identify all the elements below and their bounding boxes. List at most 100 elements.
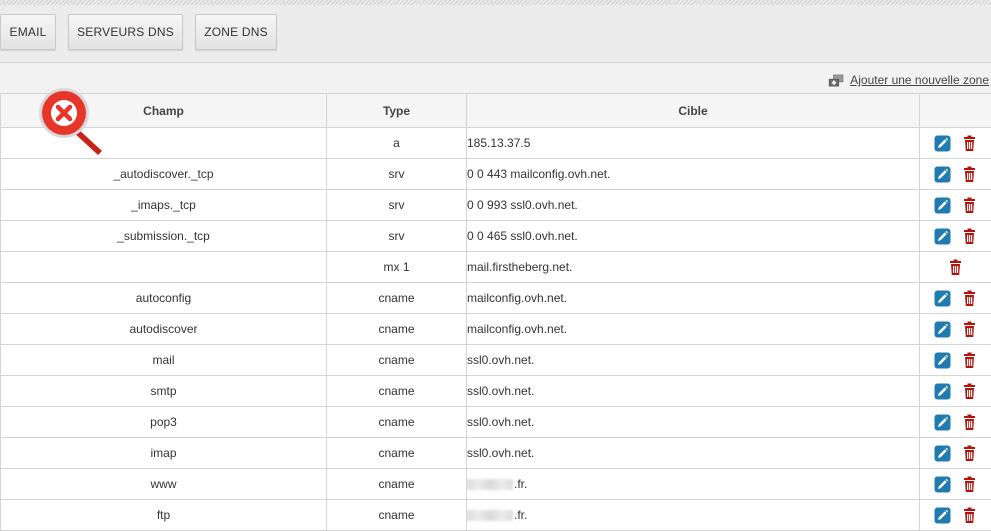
cell-cible: ssl0.ovh.net.: [467, 376, 920, 407]
trash-icon[interactable]: [961, 228, 978, 245]
cell-actions: [920, 345, 991, 376]
pencil-icon[interactable]: [934, 445, 951, 462]
row-actions: [920, 166, 991, 183]
cell-actions: [920, 252, 991, 283]
cell-champ: smtp: [1, 376, 327, 407]
pencil-icon[interactable]: [934, 414, 951, 431]
cell-type: cname: [327, 376, 467, 407]
cell-cible-text: mail.firstheberg.net.: [467, 260, 572, 274]
tab-email[interactable]: EMAIL: [0, 14, 56, 50]
trash-icon[interactable]: [961, 135, 978, 152]
cell-cible-text: mailconfig.ovh.net.: [467, 322, 567, 336]
add-zone-link[interactable]: Ajouter une nouvelle zone: [828, 72, 989, 88]
trash-icon[interactable]: [961, 166, 978, 183]
cell-cible-text: ssl0.ovh.net.: [467, 384, 534, 398]
tab-zone-dns[interactable]: ZONE DNS: [195, 14, 277, 50]
cell-actions: [920, 128, 991, 159]
table-row: _submission._tcpsrv0 0 465 ssl0.ovh.net.: [1, 221, 991, 252]
pencil-icon[interactable]: [934, 383, 951, 400]
row-actions: [920, 321, 991, 338]
trash-icon[interactable]: [961, 197, 978, 214]
cell-actions: [920, 469, 991, 500]
cell-actions: [920, 314, 991, 345]
cell-actions: [920, 376, 991, 407]
cell-actions: [920, 407, 991, 438]
trash-icon[interactable]: [961, 476, 978, 493]
cell-type: cname: [327, 469, 467, 500]
trash-icon[interactable]: [961, 321, 978, 338]
table-row: smtpcnamessl0.ovh.net.: [1, 376, 991, 407]
cell-champ: ftp: [1, 500, 327, 531]
add-zone-label[interactable]: Ajouter une nouvelle zone: [850, 73, 989, 87]
cell-type: cname: [327, 314, 467, 345]
cell-cible-text: 185.13.37.5: [467, 136, 530, 150]
pencil-icon[interactable]: [934, 135, 951, 152]
action-bar: Ajouter une nouvelle zone: [0, 63, 991, 94]
cell-cible-text: ssl0.ovh.net.: [467, 415, 534, 429]
trash-icon[interactable]: [961, 352, 978, 369]
cell-cible-text: 0 0 443 mailconfig.ovh.net.: [467, 167, 610, 181]
trash-icon[interactable]: [961, 290, 978, 307]
toolbar: EMAIL SERVEURS DNS ZONE DNS: [0, 5, 991, 63]
cell-actions: [920, 190, 991, 221]
table-row: pop3cnamessl0.ovh.net.: [1, 407, 991, 438]
header-type[interactable]: Type: [327, 94, 467, 128]
cell-actions: [920, 159, 991, 190]
cell-cible-text: 0 0 993 ssl0.ovh.net.: [467, 198, 578, 212]
cell-champ: _imaps._tcp: [1, 190, 327, 221]
cell-actions: [920, 283, 991, 314]
pencil-icon[interactable]: [934, 197, 951, 214]
trash-icon[interactable]: [947, 259, 964, 276]
pencil-icon[interactable]: [934, 290, 951, 307]
trash-icon[interactable]: [961, 507, 978, 524]
cell-cible-text: ssl0.ovh.net.: [467, 353, 534, 367]
cell-type: srv: [327, 190, 467, 221]
tab-serveurs-dns[interactable]: SERVEURS DNS: [68, 14, 183, 50]
cell-cible: mailconfig.ovh.net.: [467, 314, 920, 345]
header-cible[interactable]: Cible: [467, 94, 920, 128]
cell-type: srv: [327, 159, 467, 190]
cell-actions: [920, 500, 991, 531]
table-row: _imaps._tcpsrv0 0 993 ssl0.ovh.net.: [1, 190, 991, 221]
table-row: _autodiscover._tcpsrv0 0 443 mailconfig.…: [1, 159, 991, 190]
cell-cible: mailconfig.ovh.net.: [467, 283, 920, 314]
cell-cible: 0 0 443 mailconfig.ovh.net.: [467, 159, 920, 190]
trash-icon[interactable]: [961, 445, 978, 462]
cell-type: mx 1: [327, 252, 467, 283]
row-actions: [920, 228, 991, 245]
table-row: mx 1mail.firstheberg.net.: [1, 252, 991, 283]
trash-icon[interactable]: [961, 414, 978, 431]
pencil-icon[interactable]: [934, 166, 951, 183]
cell-type: cname: [327, 500, 467, 531]
table-row: wwwcname.fr.: [1, 469, 991, 500]
cell-cible: ssl0.ovh.net.: [467, 345, 920, 376]
header-actions: [920, 94, 991, 128]
pencil-icon[interactable]: [934, 476, 951, 493]
cell-champ: www: [1, 469, 327, 500]
pencil-icon[interactable]: [934, 507, 951, 524]
cell-cible: 0 0 993 ssl0.ovh.net.: [467, 190, 920, 221]
pencil-icon[interactable]: [934, 352, 951, 369]
cell-cible: ssl0.ovh.net.: [467, 407, 920, 438]
cell-type: a: [327, 128, 467, 159]
cell-cible-text: .fr.: [514, 508, 527, 522]
table-row: autodiscovercnamemailconfig.ovh.net.: [1, 314, 991, 345]
table-row: a185.13.37.5: [1, 128, 991, 159]
cell-cible: 185.13.37.5: [467, 128, 920, 159]
cell-champ: _autodiscover._tcp: [1, 159, 327, 190]
row-actions: [920, 259, 991, 276]
cell-cible: ssl0.ovh.net.: [467, 438, 920, 469]
cell-cible: mail.firstheberg.net.: [467, 252, 920, 283]
cell-cible: 0 0 465 ssl0.ovh.net.: [467, 221, 920, 252]
pencil-icon[interactable]: [934, 321, 951, 338]
cell-cible-text: mailconfig.ovh.net.: [467, 291, 567, 305]
trash-icon[interactable]: [961, 383, 978, 400]
cell-type: cname: [327, 438, 467, 469]
row-actions: [920, 507, 991, 524]
cell-champ: mail: [1, 345, 327, 376]
cell-cible-text: 0 0 465 ssl0.ovh.net.: [467, 229, 578, 243]
pencil-icon[interactable]: [934, 228, 951, 245]
row-actions: [920, 197, 991, 214]
table-row: autoconfigcnamemailconfig.ovh.net.: [1, 283, 991, 314]
table-header-row: Champ Type Cible: [1, 94, 991, 128]
